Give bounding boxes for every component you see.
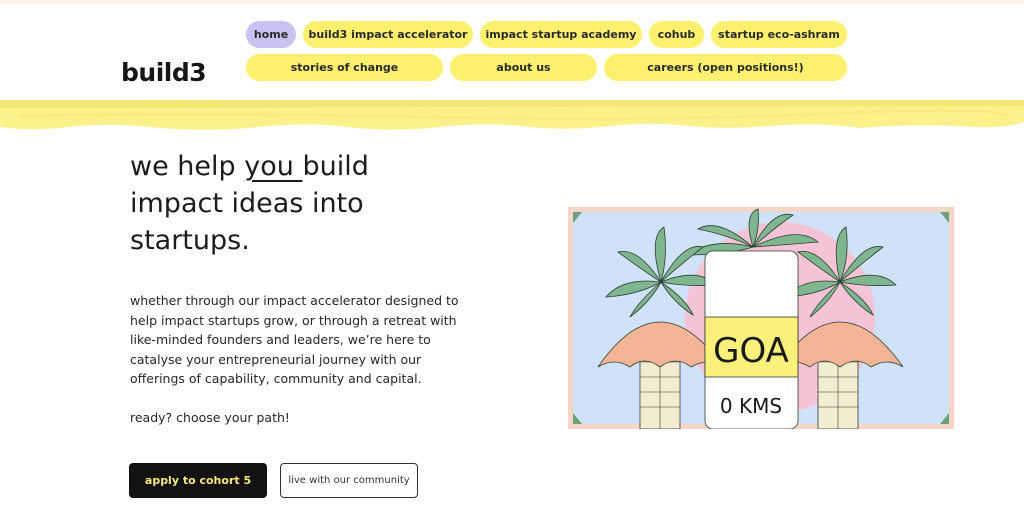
live-community-button[interactable]: live with our community	[280, 463, 418, 498]
hero-headline: we help you build impact ideas into star…	[130, 148, 470, 259]
nav-startup-academy[interactable]: impact startup academy	[480, 21, 642, 48]
nav-careers[interactable]: careers (open positions!)	[604, 54, 847, 81]
goa-palm-illustration: GOA 0 KMS	[568, 207, 954, 429]
site-header: build3 home build3 impact accelerator im…	[0, 4, 1024, 100]
nav-stories-of-change[interactable]: stories of change	[246, 54, 443, 81]
choose-path-prompt: ready? choose your path!	[130, 410, 290, 425]
nav-cohub[interactable]: cohub	[649, 21, 704, 48]
sign-distance-text: 0 KMS	[720, 394, 782, 418]
nav-impact-accelerator[interactable]: build3 impact accelerator	[303, 21, 473, 48]
nav-about-us[interactable]: about us	[450, 54, 597, 81]
nav-eco-ashram[interactable]: startup eco-ashram	[711, 21, 847, 48]
sign-goa-text: GOA	[713, 331, 789, 371]
apply-cohort-button[interactable]: apply to cohort 5	[129, 463, 267, 498]
build3-logo[interactable]: build3	[121, 59, 207, 87]
yellow-brush-band	[0, 100, 1024, 130]
hero-description: whether through our impact accelerator d…	[130, 293, 459, 386]
nav-home[interactable]: home	[246, 21, 296, 48]
headline-start: we help	[130, 151, 245, 182]
headline-emphasis: you	[244, 151, 303, 182]
